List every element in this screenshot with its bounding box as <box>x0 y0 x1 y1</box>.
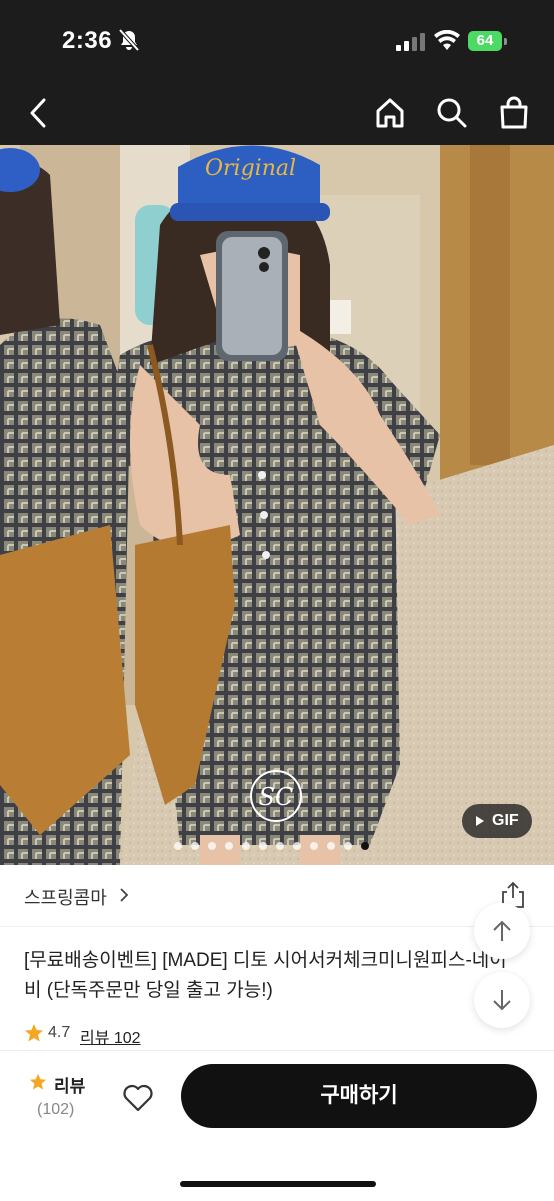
scroll-down-button[interactable] <box>474 972 530 1028</box>
watermark-logo: SC <box>250 770 302 822</box>
pagination-dot[interactable] <box>327 842 335 850</box>
home-icon[interactable] <box>373 96 407 130</box>
scroll-up-button[interactable] <box>474 903 530 959</box>
battery-level: 64 <box>468 31 502 51</box>
pagination-dot[interactable] <box>293 842 301 850</box>
review-link[interactable]: 리뷰 102 <box>80 1024 141 1048</box>
pagination-dot[interactable] <box>174 842 182 850</box>
pagination-dot[interactable] <box>225 842 233 850</box>
battery-indicator: 64 <box>468 31 508 53</box>
star-icon <box>29 1073 47 1090</box>
muted-bell-icon <box>118 28 140 52</box>
shopping-bag-icon[interactable] <box>497 96 531 130</box>
pagination-dot[interactable] <box>242 842 250 850</box>
arrow-up-icon <box>493 920 511 941</box>
back-icon[interactable] <box>22 96 56 130</box>
arrow-down-icon <box>493 990 511 1011</box>
pagination-dot[interactable] <box>208 842 216 850</box>
watermark-text: SC <box>259 783 294 811</box>
heart-icon[interactable] <box>122 1083 154 1113</box>
gif-label: GIF <box>492 812 519 829</box>
play-icon <box>476 816 484 826</box>
pagination-dot[interactable] <box>276 842 284 850</box>
product-title: [무료배송이벤트] [MADE] 디토 시어서커체크미니원피스-네이비 (단독주… <box>24 950 507 1001</box>
status-time: 2:36 <box>62 27 113 54</box>
wifi-icon <box>434 30 460 50</box>
star-icon <box>25 1024 43 1042</box>
search-icon[interactable] <box>435 96 469 130</box>
bottom-action-bar: 리뷰 (102) 구매하기 <box>0 1050 554 1201</box>
svg-text:Original: Original <box>205 156 296 181</box>
shop-name[interactable]: 스프링콤마 <box>24 884 107 910</box>
home-indicator <box>180 1181 376 1187</box>
top-bar: 2:36 64 <box>0 0 554 145</box>
review-label[interactable]: 리뷰 <box>54 1072 85 1097</box>
rating-value: 4.7 <box>48 1024 71 1041</box>
product-photo-illustration: Original <box>0 145 554 865</box>
pagination-dot[interactable] <box>361 842 369 850</box>
pagination-dot[interactable] <box>310 842 318 850</box>
signal-icon <box>396 33 425 51</box>
buy-button[interactable]: 구매하기 <box>181 1064 537 1128</box>
battery-cap <box>504 38 507 45</box>
shop-row[interactable]: 스프링콤마 <box>0 866 554 927</box>
gif-badge[interactable]: GIF <box>462 804 532 838</box>
review-count: (102) <box>37 1101 75 1118</box>
pagination-dot[interactable] <box>259 842 267 850</box>
pagination-dot[interactable] <box>191 842 199 850</box>
pagination-dot[interactable] <box>344 842 352 850</box>
chevron-right-icon <box>120 888 129 902</box>
product-image[interactable]: Original SC GIF <box>0 145 554 865</box>
